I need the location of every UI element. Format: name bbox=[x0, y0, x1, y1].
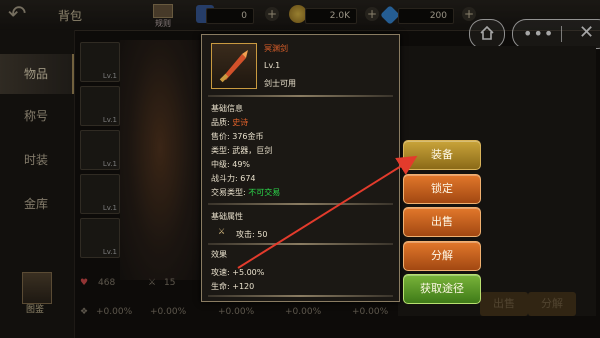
decompose-button-ghost: 分解 bbox=[528, 292, 576, 316]
equip-slot[interactable]: Lv.1 bbox=[80, 86, 120, 126]
effect-header: 效果 bbox=[211, 250, 227, 259]
stat-pct: +0.00% bbox=[96, 307, 133, 317]
price-row: 售价: 376金币 bbox=[211, 132, 264, 141]
equip-slot[interactable]: Lv.1 bbox=[80, 42, 120, 82]
quality-value: 史诗 bbox=[232, 118, 249, 127]
hp-value: 468 bbox=[98, 278, 116, 288]
add-diamond-button[interactable]: + bbox=[462, 7, 476, 21]
divider bbox=[208, 295, 393, 297]
add-gold-button[interactable]: + bbox=[365, 7, 379, 21]
atk-value: 15 bbox=[164, 278, 176, 288]
equip-button[interactable]: 装备 bbox=[403, 140, 481, 170]
tab-vault[interactable]: 金库 bbox=[0, 184, 72, 224]
stat-pct: +0.00% bbox=[218, 307, 255, 317]
attack-row: 攻击: 50 bbox=[236, 230, 268, 239]
book-icon bbox=[153, 4, 173, 18]
attr-header: 基础属性 bbox=[211, 212, 243, 221]
equip-slot[interactable]: Lv.1 bbox=[80, 218, 120, 258]
page-title: 背包 bbox=[58, 9, 83, 23]
close-icon[interactable]: ✕ bbox=[579, 22, 594, 43]
effect-row: 攻速: +5.00% bbox=[211, 268, 265, 277]
quality-row: 品质: 史诗 bbox=[211, 118, 249, 127]
currency-diamond: 200 bbox=[398, 8, 454, 24]
trade-row: 交易类型: 不可交易 bbox=[211, 188, 281, 197]
item-level: Lv.1 bbox=[264, 61, 281, 70]
basic-header: 基础信息 bbox=[211, 104, 243, 113]
sell-button[interactable]: 出售 bbox=[403, 207, 481, 237]
item-class: 剑士可用 bbox=[264, 79, 296, 88]
item-name: 冥渊剑 bbox=[264, 44, 288, 53]
equip-slot[interactable]: Lv.1 bbox=[80, 174, 120, 214]
collection-label: 图鉴 bbox=[26, 305, 45, 315]
equip-slot[interactable]: Lv.1 bbox=[80, 130, 120, 170]
guide-button[interactable]: 规则 bbox=[148, 4, 178, 28]
currency-ticket: 0 bbox=[206, 8, 254, 24]
tier-row: 中级: 49% bbox=[211, 160, 251, 169]
power-row: 战斗力: 674 bbox=[211, 174, 256, 183]
item-tooltip: 冥渊剑 Lv.1 剑士可用 基础信息 品质: 史诗 售价: 376金币 类型: … bbox=[201, 34, 400, 302]
sell-button-ghost: 出售 bbox=[480, 292, 528, 316]
back-arrow-icon[interactable]: ↶ bbox=[8, 4, 48, 26]
decompose-button[interactable]: 分解 bbox=[403, 241, 481, 271]
home-icon bbox=[480, 25, 494, 40]
sword-item-icon bbox=[211, 43, 257, 89]
currency-gold: 2.0K bbox=[305, 8, 357, 24]
home-button[interactable] bbox=[469, 19, 505, 49]
attack-icon: ⚔ bbox=[218, 227, 226, 236]
tab-costumes[interactable]: 时装 bbox=[0, 140, 72, 180]
trade-value: 不可交易 bbox=[248, 188, 281, 197]
add-ticket-button[interactable]: + bbox=[265, 7, 279, 21]
menu-close-capsule: ••• ✕ bbox=[512, 19, 600, 49]
lock-button[interactable]: 锁定 bbox=[403, 174, 481, 204]
heart-icon: ♥ bbox=[80, 278, 89, 288]
tab-items[interactable]: 物品 bbox=[0, 54, 74, 94]
source-button[interactable]: 获取途径 bbox=[403, 274, 481, 304]
collection-book-icon[interactable] bbox=[22, 272, 52, 304]
guide-label: 规则 bbox=[155, 19, 171, 28]
divider bbox=[208, 243, 393, 245]
divider bbox=[208, 95, 393, 97]
stat-pct: +0.00% bbox=[352, 307, 389, 317]
stat-pct: +0.00% bbox=[285, 307, 322, 317]
stat-icon: ❖ bbox=[80, 307, 89, 317]
effect-row: 生命: +120 bbox=[211, 282, 255, 291]
divider bbox=[208, 203, 393, 205]
type-row: 类型: 武器，巨剑 bbox=[211, 146, 273, 155]
more-icon[interactable]: ••• bbox=[523, 24, 554, 43]
character-preview bbox=[120, 40, 200, 280]
tab-titles[interactable]: 称号 bbox=[0, 96, 72, 136]
sword-icon: ⚔ bbox=[148, 278, 157, 288]
stat-pct: +0.00% bbox=[150, 307, 187, 317]
